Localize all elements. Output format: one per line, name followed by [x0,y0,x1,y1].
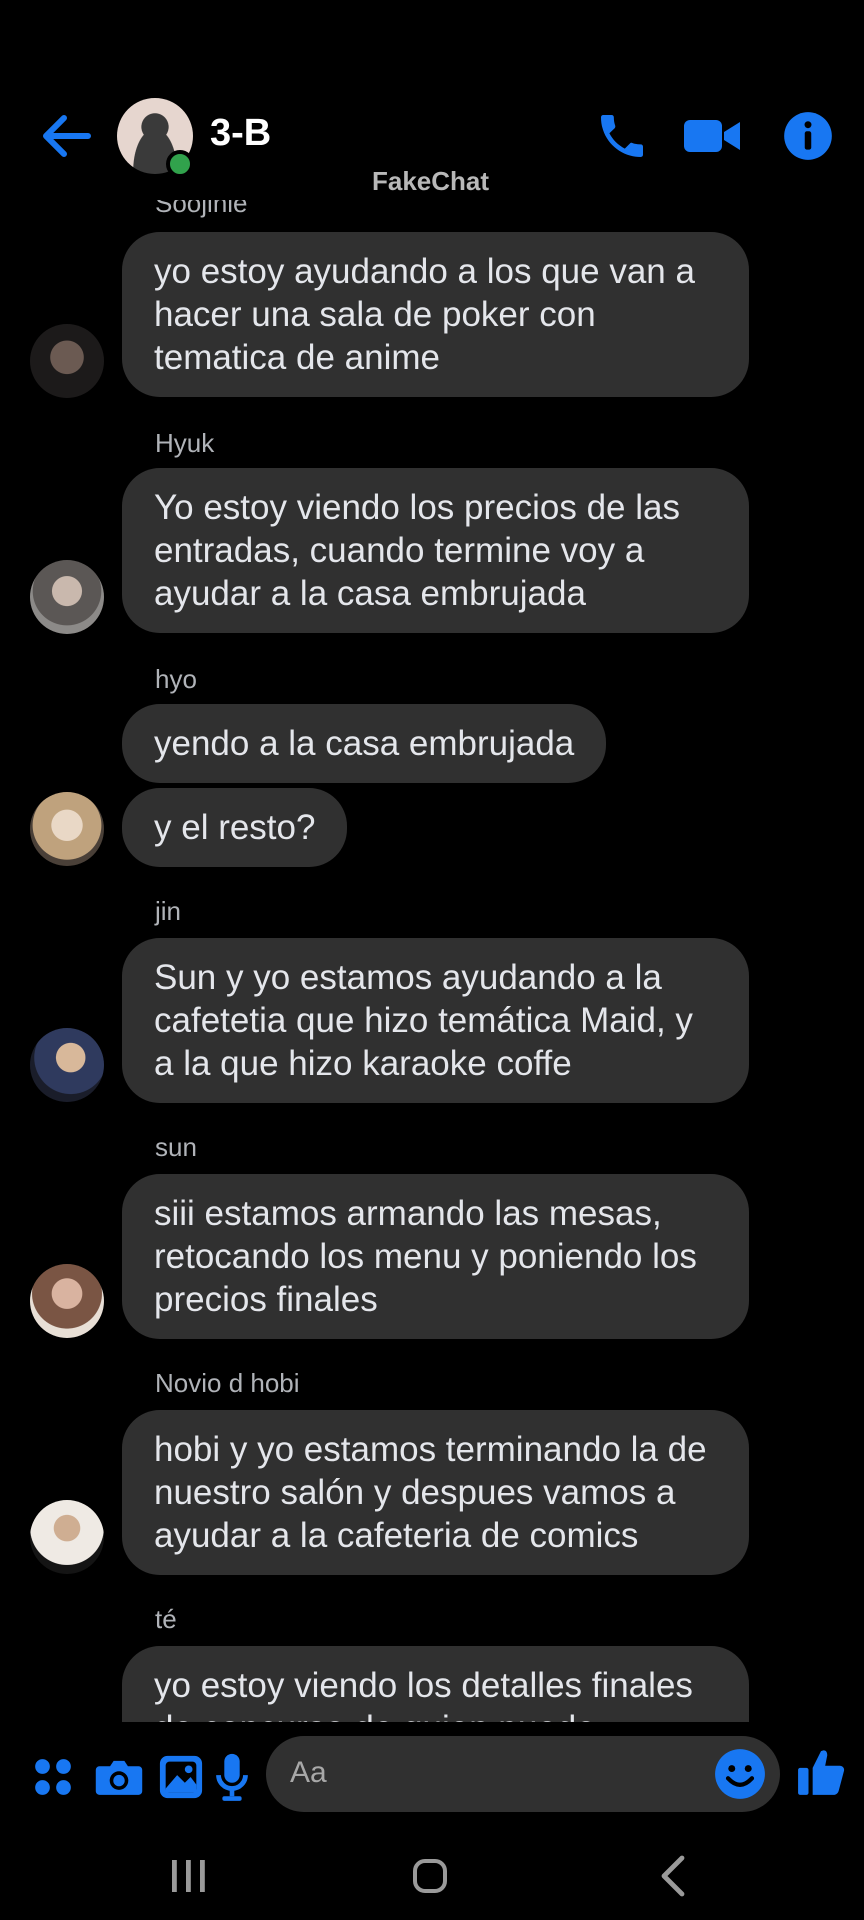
thumbs-up-icon[interactable] [796,1744,846,1800]
video-camera-icon[interactable] [682,108,742,164]
sender-name: jin [155,896,182,926]
home-icon[interactable] [410,1852,450,1900]
chat-header: 3-B FakeChat [0,0,864,200]
avatar[interactable] [30,792,104,866]
apps-grid-icon[interactable] [32,1752,74,1802]
phone-icon[interactable] [594,108,650,164]
avatar[interactable] [30,1500,104,1574]
sender-name: hyo [155,664,197,694]
message-bubble[interactable]: yo estoy ayudando a los que van a hacer … [122,232,749,397]
info-icon[interactable] [782,108,834,164]
gallery-icon[interactable] [158,1752,204,1802]
avatar[interactable] [30,560,104,634]
avatar[interactable] [30,324,104,398]
message-bubble[interactable]: yo estoy viendo los detalles finales de … [122,1646,749,1722]
message-bubble[interactable]: Yo estoy viendo los precios de las entra… [122,468,749,633]
message-list[interactable]: Soojinie yo estoy ayudando a los que van… [0,200,864,1722]
chat-title[interactable]: 3-B [210,112,271,155]
message-composer: Aa [0,1722,864,1832]
message-bubble[interactable]: y el resto? [122,788,348,867]
recent-apps-icon[interactable] [168,1852,208,1900]
avatar[interactable] [30,1264,104,1338]
microphone-icon[interactable] [214,1752,250,1802]
message-bubble[interactable]: Sun y yo estamos ayudando a la cafetetia… [122,938,749,1103]
message-bubble[interactable]: hobi y yo estamos terminando la de nuest… [122,1410,749,1575]
message-input[interactable]: Aa [266,1736,780,1812]
camera-icon[interactable] [94,1752,144,1802]
back-arrow-icon[interactable] [38,108,94,164]
avatar[interactable] [30,1028,104,1102]
sender-name: té [155,1604,177,1634]
message-bubble[interactable]: siii estamos armando las mesas, retocand… [122,1174,749,1339]
watermark: FakeChat [372,166,490,196]
system-nav-bar [0,1832,864,1920]
online-status-dot [166,150,194,178]
sender-name: Novio d hobi [155,1368,300,1398]
message-bubble[interactable]: yendo a la casa embrujada [122,704,607,783]
sender-name: sun [155,1132,197,1162]
sender-name: Hyuk [155,428,215,458]
back-icon[interactable] [654,1852,690,1900]
message-input-placeholder: Aa [290,1756,327,1789]
emoji-icon[interactable] [714,1748,766,1800]
sender-name: Soojinie [155,200,248,218]
